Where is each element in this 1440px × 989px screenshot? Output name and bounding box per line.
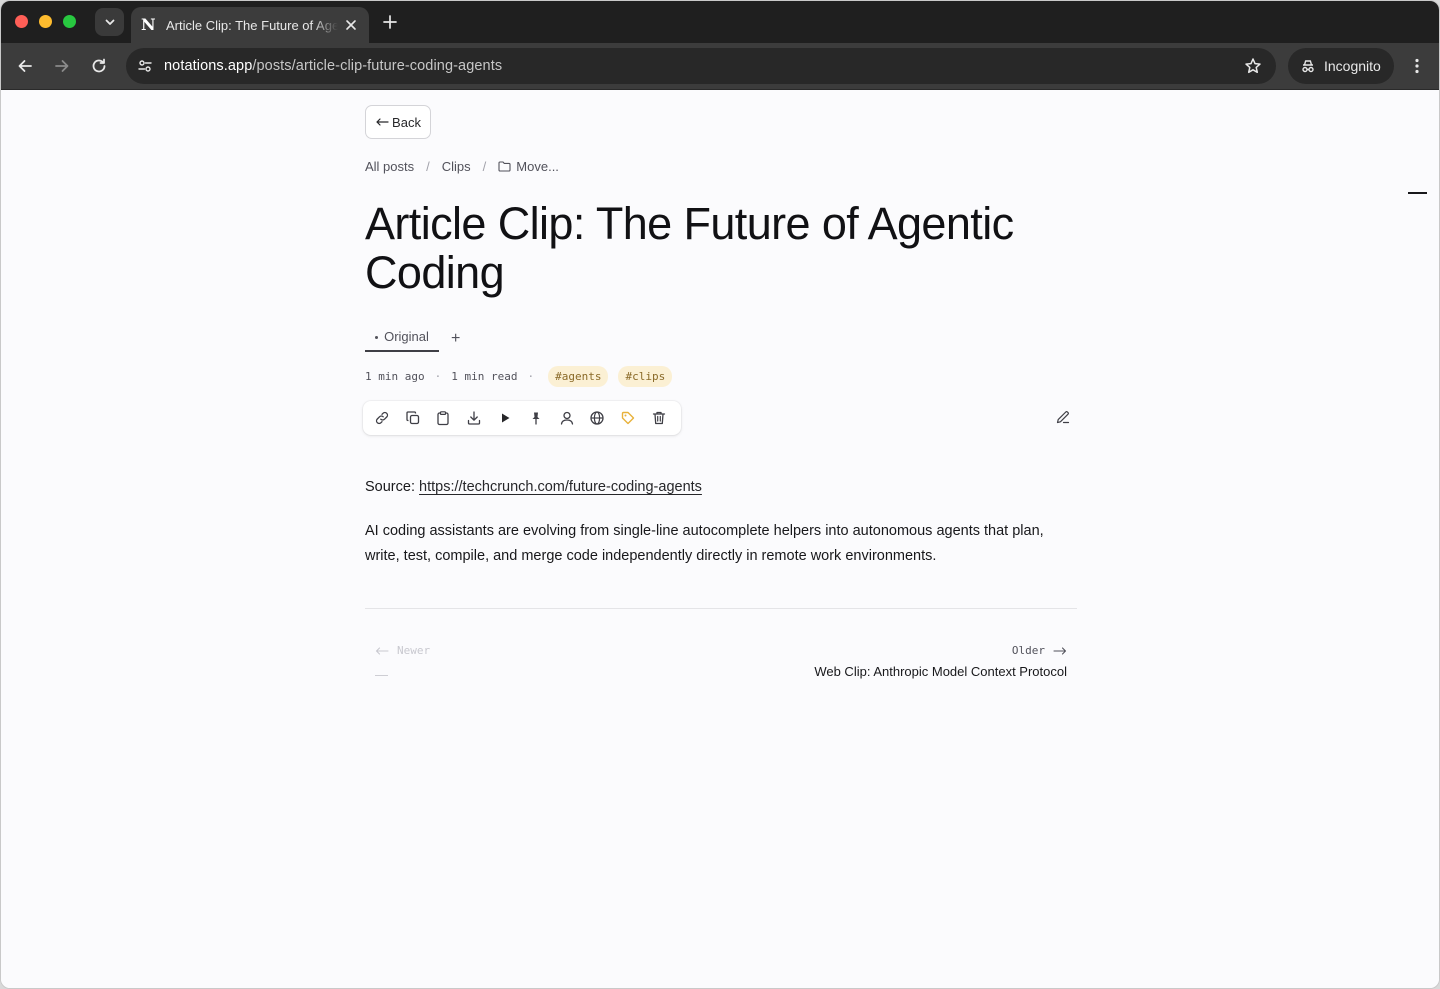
- link-icon[interactable]: [373, 409, 391, 427]
- arrow-right-icon: [1053, 646, 1067, 655]
- meta-separator: ·: [527, 370, 535, 383]
- post-body: Source: https://techcrunch.com/future-co…: [365, 477, 1077, 569]
- notations-favicon-icon: N: [141, 15, 156, 34]
- incognito-indicator[interactable]: Incognito: [1288, 48, 1394, 84]
- breadcrumb-clips[interactable]: Clips: [442, 159, 471, 174]
- tab-title: Article Clip: The Future of Agentic Codi…: [166, 17, 338, 33]
- meta-separator: ·: [434, 370, 442, 383]
- source-label: Source:: [365, 479, 415, 495]
- arrow-left-icon: [376, 118, 389, 126]
- older-label: Older: [1011, 644, 1045, 657]
- tag-clips[interactable]: #clips: [618, 366, 673, 387]
- add-version-button[interactable]: +: [451, 330, 460, 348]
- time-ago: 1 min ago: [365, 370, 425, 383]
- move-folder-button[interactable]: Move...: [498, 159, 559, 174]
- pencil-icon[interactable]: [1055, 409, 1071, 425]
- star-icon[interactable]: [1244, 57, 1262, 75]
- play-icon[interactable]: [496, 409, 514, 427]
- read-time: 1 min read: [451, 370, 518, 383]
- close-window-button[interactable]: [15, 15, 28, 28]
- url-path: /posts/article-clip-future-coding-agents: [252, 58, 503, 74]
- folder-icon: [498, 161, 511, 172]
- newer-title: —: [375, 667, 388, 682]
- back-button-label: Back: [392, 114, 421, 130]
- back-button[interactable]: Back: [365, 105, 431, 139]
- breadcrumb-all-posts[interactable]: All posts: [365, 159, 414, 174]
- minimize-window-button[interactable]: [39, 15, 52, 28]
- table-of-contents-marker[interactable]: [1408, 192, 1427, 194]
- post-meta: 1 min ago · 1 min read · #agents #clips: [365, 366, 673, 387]
- forward-arrow-icon[interactable]: [52, 56, 72, 76]
- page-title: Article Clip: The Future of Agentic Codi…: [365, 198, 1014, 298]
- source-link[interactable]: https://techcrunch.com/future-coding-age…: [419, 479, 702, 495]
- incognito-label: Incognito: [1324, 58, 1381, 74]
- active-dot-icon: [375, 336, 379, 339]
- newer-label-row: Newer: [375, 644, 430, 657]
- newer-post-link: Newer —: [375, 644, 430, 682]
- tab-search-button[interactable]: [95, 8, 124, 36]
- trash-icon[interactable]: [650, 409, 668, 427]
- clipboard-icon[interactable]: [435, 409, 453, 427]
- older-post-link[interactable]: Older Web Clip: Anthropic Model Context …: [814, 644, 1067, 679]
- source-line: Source: https://techcrunch.com/future-co…: [365, 477, 1077, 497]
- version-tabs: Original +: [365, 329, 460, 352]
- breadcrumb-separator: /: [426, 159, 430, 174]
- breadcrumb-separator: /: [482, 159, 487, 174]
- tab-original[interactable]: Original: [365, 329, 439, 352]
- pin-icon[interactable]: [527, 409, 545, 427]
- divider: [365, 608, 1077, 609]
- tag-icon[interactable]: [619, 409, 637, 427]
- address-bar[interactable]: notations.app/posts/article-clip-future-…: [126, 48, 1276, 84]
- chevron-down-icon: [105, 19, 114, 25]
- tab-bar: N Article Clip: The Future of Agentic Co…: [1, 1, 1439, 43]
- move-label: Move...: [516, 159, 559, 174]
- url-text: notations.app/posts/article-clip-future-…: [164, 58, 502, 74]
- active-tab[interactable]: N Article Clip: The Future of Agentic Co…: [131, 7, 369, 43]
- back-arrow-icon[interactable]: [15, 56, 35, 76]
- globe-icon[interactable]: [589, 409, 607, 427]
- action-toolbar: [363, 401, 681, 435]
- page-content: Back All posts / Clips / Move... Article…: [1, 91, 1439, 988]
- download-icon[interactable]: [465, 409, 483, 427]
- maximize-window-button[interactable]: [63, 15, 76, 28]
- older-title: Web Clip: Anthropic Model Context Protoc…: [814, 664, 1067, 679]
- arrow-left-icon: [375, 646, 389, 655]
- breadcrumb: All posts / Clips / Move...: [365, 159, 559, 174]
- tune-icon: [138, 60, 152, 72]
- person-icon[interactable]: [558, 409, 576, 427]
- url-host: notations.app: [164, 58, 253, 74]
- body-paragraph: AI coding assistants are evolving from s…: [365, 523, 1044, 564]
- copy-icon[interactable]: [404, 409, 422, 427]
- newer-label: Newer: [397, 644, 431, 657]
- reload-icon[interactable]: [89, 56, 109, 76]
- browser-window: N Article Clip: The Future of Agentic Co…: [0, 0, 1440, 989]
- tag-agents[interactable]: #agents: [548, 366, 609, 387]
- incognito-icon: [1302, 60, 1314, 73]
- tab-original-label: Original: [384, 329, 429, 344]
- close-icon[interactable]: [343, 17, 359, 33]
- older-label-row: Older: [814, 644, 1067, 657]
- browser-toolbar: notations.app/posts/article-clip-future-…: [1, 43, 1439, 90]
- more-menu-icon[interactable]: [1407, 56, 1427, 76]
- new-tab-icon[interactable]: [381, 13, 399, 31]
- site-info-button[interactable]: [131, 52, 159, 80]
